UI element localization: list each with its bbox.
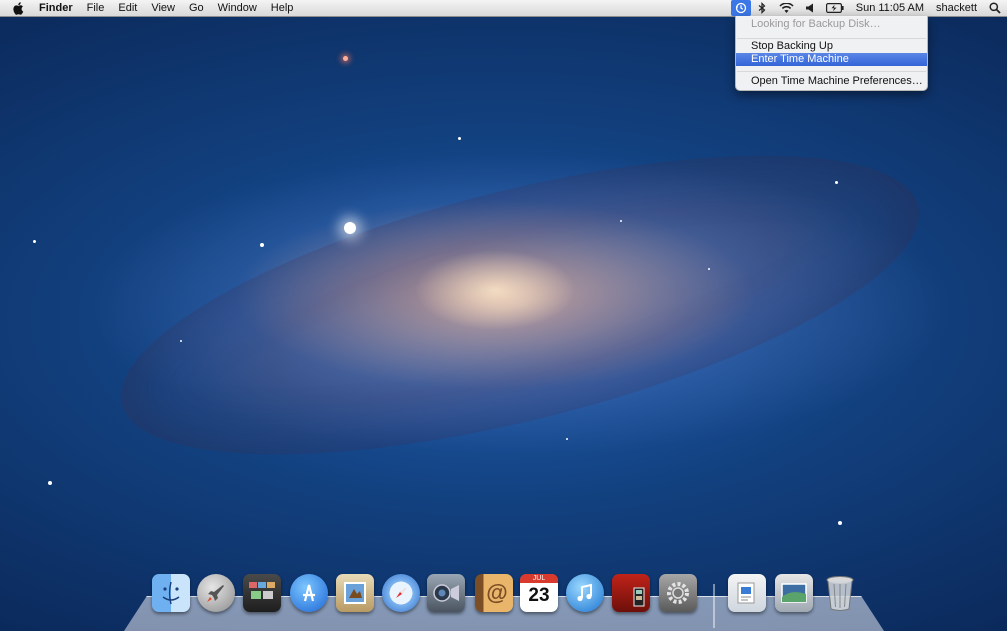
system-preferences-icon[interactable] bbox=[659, 574, 697, 612]
menu-file[interactable]: File bbox=[80, 0, 112, 16]
menu-view[interactable]: View bbox=[144, 0, 182, 16]
menu-go[interactable]: Go bbox=[182, 0, 211, 16]
spotlight-search-icon[interactable] bbox=[983, 0, 1007, 16]
menu-finder[interactable]: Finder bbox=[35, 0, 80, 16]
star bbox=[33, 240, 36, 243]
star bbox=[458, 137, 461, 140]
backup-status-text: Looking for Backup Disk… bbox=[751, 18, 881, 30]
galaxy bbox=[94, 94, 946, 516]
apple-menu-icon[interactable] bbox=[13, 1, 25, 15]
star bbox=[344, 222, 356, 234]
menu-separator bbox=[737, 71, 926, 72]
finder-icon[interactable] bbox=[152, 574, 190, 612]
enter-time-machine-item[interactable]: Enter Time Machine bbox=[736, 53, 927, 66]
menu-bar: Finder File Edit View Go Window Help Sun… bbox=[0, 0, 1007, 17]
stop-backing-up-item[interactable]: Stop Backing Up bbox=[736, 40, 927, 53]
star bbox=[566, 438, 568, 440]
menu-help[interactable]: Help bbox=[264, 0, 301, 16]
time-machine-icon[interactable] bbox=[730, 0, 751, 16]
battery-icon[interactable] bbox=[820, 0, 850, 16]
star bbox=[835, 181, 838, 184]
volume-icon[interactable] bbox=[800, 0, 820, 16]
menu-separator bbox=[737, 38, 926, 39]
ical-day: 23 bbox=[528, 585, 550, 606]
star bbox=[260, 243, 264, 247]
safari-icon[interactable] bbox=[382, 574, 420, 612]
trash-icon[interactable] bbox=[821, 574, 859, 612]
bluetooth-icon[interactable] bbox=[751, 0, 773, 16]
star bbox=[343, 56, 348, 61]
user-menu[interactable]: shackett bbox=[930, 0, 983, 16]
launchpad-icon[interactable] bbox=[197, 574, 235, 612]
documents-stack-icon[interactable] bbox=[728, 574, 766, 612]
menu-edit[interactable]: Edit bbox=[111, 0, 144, 16]
photo-booth-icon[interactable] bbox=[612, 574, 650, 612]
app-store-icon[interactable] bbox=[290, 574, 328, 612]
ical-icon[interactable]: JUL 23 bbox=[520, 574, 558, 612]
address-book-icon[interactable]: @ bbox=[475, 574, 513, 612]
star bbox=[620, 220, 622, 222]
preview-icon[interactable] bbox=[336, 574, 374, 612]
mission-control-icon[interactable] bbox=[243, 574, 281, 612]
star bbox=[708, 268, 710, 270]
wifi-icon[interactable] bbox=[773, 0, 800, 16]
facetime-icon[interactable] bbox=[427, 574, 465, 612]
dock-divider bbox=[713, 584, 715, 628]
downloads-stack-icon[interactable] bbox=[775, 574, 813, 612]
desktop-wallpaper bbox=[0, 0, 1007, 630]
time-machine-menu: Looking for Backup Disk… Stop Backing Up… bbox=[735, 16, 928, 91]
clock[interactable]: Sun 11:05 AM bbox=[850, 0, 930, 16]
status-area: Sun 11:05 AM shackett bbox=[730, 0, 1007, 16]
star bbox=[180, 340, 182, 342]
itunes-icon[interactable] bbox=[566, 574, 604, 612]
star bbox=[838, 521, 842, 525]
open-time-machine-preferences-item[interactable]: Open Time Machine Preferences… bbox=[736, 75, 927, 88]
star bbox=[48, 481, 52, 485]
menu-window[interactable]: Window bbox=[211, 0, 264, 16]
ical-month: JUL bbox=[520, 574, 558, 583]
